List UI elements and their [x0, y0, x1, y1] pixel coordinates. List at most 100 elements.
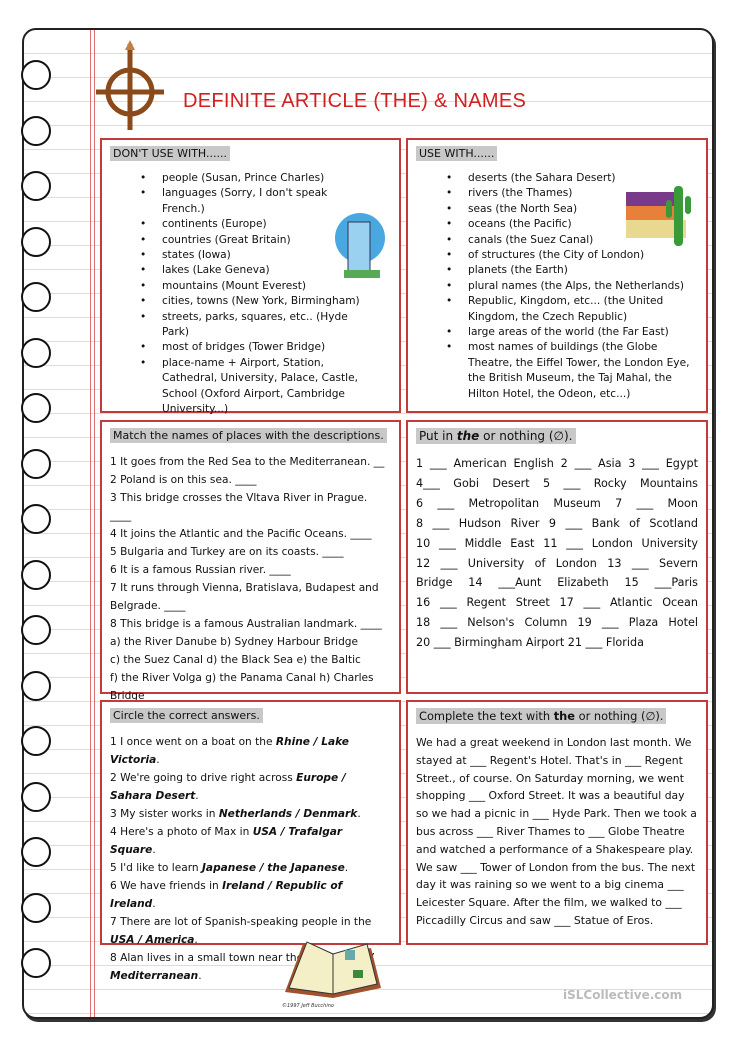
binder-hole: [21, 559, 51, 590]
list-item: continents (Europe): [140, 217, 360, 233]
put-in-line: Bridge 14 ___Aunt Elizabeth 15 ___Paris: [416, 576, 698, 590]
list-item: cities, towns (New York, Birmingham): [140, 294, 360, 310]
put-in-line: 6 ___ Metropolitan Museum 7 ___ Moon: [416, 496, 698, 510]
binder-hole: [21, 337, 51, 368]
item-text: 2 We're going to drive right across: [110, 772, 297, 784]
item-text: .: [357, 808, 361, 820]
match-line: c) the Suez Canal d) the Black Sea e) th…: [110, 654, 361, 666]
item-text: .: [198, 970, 202, 982]
match-exercise: Match the names of places with the descr…: [100, 420, 401, 702]
list-item: planets (the Earth): [446, 263, 698, 279]
heading-text: or nothing (∅).: [479, 429, 573, 443]
circle-item: 2 We're going to drive right across Euro…: [110, 769, 391, 805]
dont-use-box: DON'T USE WITH...... people (Susan, Prin…: [100, 138, 401, 433]
item-text: .: [195, 790, 199, 802]
heading-emphasis: the: [553, 709, 575, 723]
circle-item: 3 My sister works in Netherlands / Denma…: [110, 805, 391, 823]
list-item: languages (Sorry, I don't speak French.): [140, 186, 360, 217]
match-line: 3 This bridge crosses the Vltava River i…: [110, 492, 368, 522]
answer-options[interactable]: Japanese / the Japanese: [202, 862, 345, 874]
binder-hole: [21, 948, 51, 978]
dont-use-heading: DON'T USE WITH......: [110, 146, 230, 161]
match-line: 4 It joins the Atlantic and the Pacific …: [110, 528, 372, 540]
circle-heading: Circle the correct answers.: [110, 708, 263, 723]
match-line: Belgrade. ____: [110, 600, 186, 612]
binder-hole: [21, 837, 51, 867]
binder-hole: [21, 282, 51, 312]
put-in-line: 4___ Gobi Desert 5 ___ Rocky Mountains: [416, 476, 698, 490]
item-text: 4 Here's a photo of Max in: [110, 826, 253, 838]
desert-cactus-icon: [626, 186, 691, 246]
answer-options[interactable]: Netherlands / Denmark: [219, 808, 358, 820]
circle-exercise: Circle the correct answers. 1 I once wen…: [100, 700, 401, 982]
put-in-line: 20 ___ Birmingham Airport 21 ___ Florida: [416, 636, 644, 650]
match-line: 6 It is a famous Russian river. ____: [110, 564, 291, 576]
put-in-line: 1 ___ American English 2 ___ Asia 3 ___ …: [416, 457, 698, 470]
complete-exercise: Complete the text with the or nothing (∅…: [406, 700, 708, 945]
item-text: 7 There are lot of Spanish-speaking peop…: [110, 916, 372, 928]
list-item: streets, parks, squares, etc.. (Hyde Par…: [140, 310, 360, 341]
binder-hole: [21, 448, 51, 479]
answer-options[interactable]: USA / America: [110, 934, 194, 946]
item-text: 1 I once went on a boat on the: [110, 736, 276, 748]
open-book-icon: [285, 941, 381, 998]
list-item: deserts (the Sahara Desert): [446, 171, 698, 187]
margin-line: [90, 30, 91, 1017]
dont-use-list: people (Susan, Prince Charles)languages …: [110, 171, 360, 433]
put-in-line: 16 ___ Regent Street 17 ___ Atlantic Oce…: [416, 596, 698, 610]
put-in-heading: Put in the or nothing (∅).: [416, 428, 576, 444]
item-text: .: [344, 862, 349, 874]
match-line: 8 This bridge is a famous Australian lan…: [110, 618, 382, 630]
match-line: 1 It goes from the Red Sea to the Medite…: [110, 456, 385, 468]
use-heading: USE WITH......: [416, 146, 498, 161]
binder-hole: [21, 615, 51, 645]
binder-hole: [21, 115, 51, 146]
watermark: iSLCollective.com: [563, 988, 683, 1002]
match-line: 5 Bulgaria and Turkey are on its coasts.…: [110, 546, 344, 558]
put-in-line: 10 ___ Middle East 11 ___ London Univers…: [416, 536, 698, 550]
binder-hole: [21, 892, 51, 923]
heading-emphasis: the: [456, 429, 480, 443]
binder-hole: [21, 670, 51, 701]
compass-icon: [96, 40, 164, 130]
item-text: 3 My sister works in: [110, 808, 219, 820]
binder-hole: [21, 726, 51, 756]
item-text: .: [152, 898, 156, 910]
complete-heading: Complete the text with the or nothing (∅…: [416, 708, 667, 724]
list-item: people (Susan, Prince Charles): [140, 171, 360, 187]
building-illustration-icon: [335, 213, 385, 278]
heading-text: Put in: [419, 429, 457, 443]
circle-item: 5 I'd like to learn Japanese / the Japan…: [110, 859, 391, 877]
put-in-line: 8 ___ Hudson River 9 ___ Bank of Scotlan…: [416, 516, 698, 530]
put-in-lines: 1 ___ American English 2 ___ Asia 3 ___ …: [416, 454, 698, 653]
match-line: 7 It runs through Vienna, Bratislava, Bu…: [110, 582, 379, 594]
match-line: 2 Poland is on this sea. ____: [110, 474, 257, 486]
match-heading: Match the names of places with the descr…: [110, 428, 387, 443]
page-title: DEFINITE ARTICLE (THE) & NAMES: [183, 90, 527, 112]
item-text: .: [156, 754, 160, 766]
binder-hole: [21, 171, 51, 201]
circle-item: 1 I once went on a boat on the Rhine / L…: [110, 733, 391, 769]
item-text: 6 We have friends in: [110, 880, 223, 892]
binder-hole: [21, 226, 51, 257]
binder-hole: [21, 504, 51, 534]
list-item: countries (Great Britain): [140, 233, 360, 249]
item-text: .: [152, 844, 156, 856]
item-text: 5 I'd like to learn: [110, 862, 202, 874]
list-item: large areas of the world (the Far East): [446, 325, 698, 341]
list-item: states (Iowa): [140, 248, 360, 264]
match-line: f) the River Volga g) the Panama Canal h…: [110, 672, 374, 684]
list-item: place-name + Airport, Station, Cathedral…: [140, 356, 360, 418]
list-item: plural names (the Alps, the Netherlands): [446, 279, 698, 295]
list-item: lakes (Lake Geneva): [140, 263, 360, 279]
binder-hole: [21, 393, 51, 423]
match-line: a) the River Danube b) Sydney Harbour Br…: [110, 636, 359, 648]
use-box: USE WITH...... deserts (the Sahara Deser…: [406, 138, 708, 413]
list-item: mountains (Mount Everest): [140, 279, 360, 295]
list-item: most names of buildings (the Globe Theat…: [446, 340, 698, 402]
binder-hole: [21, 781, 51, 812]
put-in-line: 12 ___ University of London 13 ___ Sever…: [416, 556, 698, 570]
heading-text: or nothing (∅).: [575, 709, 664, 723]
match-lines: 1 It goes from the Red Sea to the Medite…: [110, 453, 391, 705]
item-text: .: [194, 934, 198, 946]
